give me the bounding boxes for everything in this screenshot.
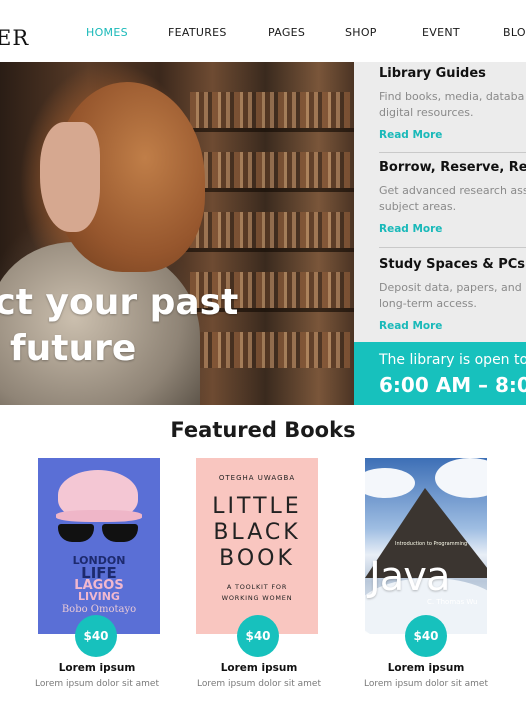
bookshelf-row xyxy=(190,212,350,248)
cover-subtitle: WORKING WOMEN xyxy=(221,594,293,602)
top-navigation: ER HOMES FEATURES PAGES SHOP EVENT BLOG xyxy=(0,0,526,62)
bookshelf-row xyxy=(190,152,350,188)
product-description: Lorem ipsum dolor sit amet xyxy=(364,679,488,689)
book-cover-little-black-book[interactable]: OTEGHA UWAGBA LITTLE BLACK BOOK A TOOLKI… xyxy=(196,458,318,634)
nav-item-blog[interactable]: BLOG xyxy=(503,26,526,39)
hero-heading-line-1: ect your past xyxy=(0,282,239,323)
nav-item-pages[interactable]: PAGES xyxy=(268,26,305,39)
cover-title: BOOK xyxy=(219,546,295,571)
shelf xyxy=(180,188,354,192)
cover-text: LIVING xyxy=(78,590,120,603)
shelf xyxy=(180,248,354,252)
book-cover-london-life[interactable]: LONDON LIFE LAGOS LIVING Bobo Omotayo xyxy=(38,458,160,634)
card-title: Library Guides xyxy=(379,66,486,81)
hours-time: 6:00 AM – 8:0 xyxy=(379,373,526,397)
product-description: Lorem ipsum dolor sit amet xyxy=(197,679,321,689)
hours-caption: The library is open to xyxy=(379,352,526,368)
card-title: Borrow, Reserve, Rene xyxy=(379,160,526,175)
info-card-borrow: Borrow, Reserve, Rene Get advanced resea… xyxy=(379,160,526,235)
price-badge: $40 xyxy=(237,615,279,657)
info-card-study-spaces: Study Spaces & PCs Deposit data, papers,… xyxy=(379,257,526,332)
book-cover-java[interactable]: Introduction to Programming Java C. Thom… xyxy=(365,458,487,634)
product-name[interactable]: Lorem ipsum xyxy=(356,662,496,674)
cover-intro: Introduction to Programming xyxy=(395,541,468,547)
read-more-link[interactable]: Read More xyxy=(379,223,526,235)
cover-title: BLACK xyxy=(213,520,301,545)
card-title: Study Spaces & PCs xyxy=(379,257,526,272)
read-more-link[interactable]: Read More xyxy=(379,320,526,332)
card-description: Deposit data, papers, and long-term acce… xyxy=(379,281,522,310)
card-description: Get advanced research ass subject areas. xyxy=(379,184,526,213)
bookshelf-row xyxy=(190,92,350,128)
hero-banner: ect your past future xyxy=(0,62,354,405)
sunglasses-left xyxy=(58,524,94,542)
cover-author: C. Thomas Wu xyxy=(427,598,478,606)
info-card-library-guides: Library Guides Find books, media, databa… xyxy=(379,66,526,141)
divider xyxy=(379,152,526,153)
opening-hours-banner: The library is open to 6:00 AM – 8:0 xyxy=(354,342,526,405)
bookshelf-row xyxy=(190,332,350,368)
cover-author: OTEGHA UWAGBA xyxy=(218,474,296,482)
product-description: Lorem ipsum dolor sit amet xyxy=(35,679,159,689)
nav-item-shop[interactable]: SHOP xyxy=(345,26,377,39)
price-badge: $40 xyxy=(75,615,117,657)
nav-item-event[interactable]: EVENT xyxy=(422,26,460,39)
cover-subtitle: A TOOLKIT FOR xyxy=(226,583,288,591)
nav-item-features[interactable]: FEATURES xyxy=(168,26,227,39)
shelf xyxy=(180,128,354,132)
sunglasses-right xyxy=(102,524,138,542)
price-badge: $40 xyxy=(405,615,447,657)
site-logo[interactable]: ER xyxy=(0,26,29,50)
read-more-link[interactable]: Read More xyxy=(379,129,526,141)
card-description: Find books, media, databa digital resour… xyxy=(379,90,525,119)
hero-person-face xyxy=(40,122,100,232)
product-name[interactable]: Lorem ipsum xyxy=(27,662,167,674)
nav-item-homes[interactable]: HOMES xyxy=(86,26,128,39)
featured-books-heading: Featured Books xyxy=(170,418,356,442)
cover-title: LITTLE xyxy=(212,494,302,519)
cap-brim xyxy=(56,510,142,522)
hero-heading-line-2: future xyxy=(10,328,137,369)
cover-title: Java xyxy=(369,554,450,600)
info-panel: Library Guides Find books, media, databa… xyxy=(354,62,526,342)
product-name[interactable]: Lorem ipsum xyxy=(189,662,329,674)
cover-author: Bobo Omotayo xyxy=(61,604,137,615)
divider xyxy=(379,247,526,248)
